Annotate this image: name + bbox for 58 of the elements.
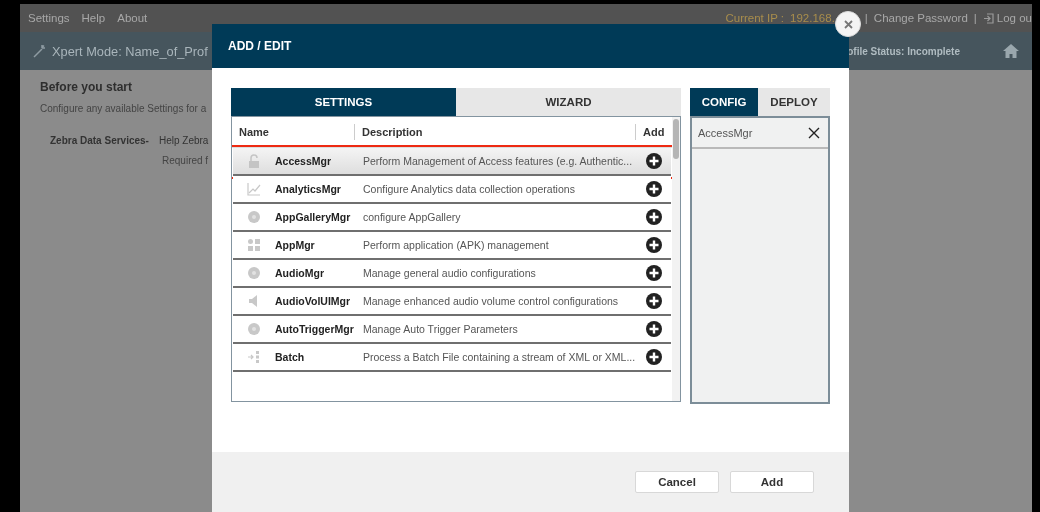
dialog-title: ADD / EDIT	[228, 39, 292, 53]
separator: |	[864, 12, 868, 24]
circle-icon	[247, 266, 261, 280]
circle-icon	[247, 322, 261, 336]
add-icon[interactable]	[646, 265, 662, 281]
table-row[interactable]: AccessMgr Perform Management of Access features (e.g. Authentic...	[233, 148, 671, 176]
column-header: Name	[238, 125, 270, 140]
row-name: AppGalleryMgr	[275, 211, 352, 223]
close-icon	[843, 19, 853, 29]
row-name: AudioMgr	[275, 267, 325, 279]
scrollbar[interactable]	[672, 117, 680, 401]
row-description: configure AppGallery	[362, 211, 462, 223]
services-label: Zebra Data Services-	[50, 135, 149, 146]
grid-icon	[247, 238, 261, 252]
wand-icon	[32, 44, 46, 58]
page-title: Xpert Mode: Name_of_Prof	[52, 43, 208, 59]
add-icon[interactable]	[646, 349, 662, 365]
circle-icon	[247, 210, 261, 224]
add-icon[interactable]	[646, 153, 662, 169]
separator: |	[973, 12, 977, 24]
add-icon[interactable]	[646, 321, 662, 337]
row-name: Batch	[275, 351, 306, 363]
row-description: Perform Management of Access features (e.g. Authentic...	[362, 155, 634, 167]
config-item: AccessMgr	[698, 126, 753, 139]
add-icon[interactable]	[646, 293, 662, 309]
row-description: Manage Auto Trigger Parameters	[362, 323, 519, 335]
logout-icon	[982, 12, 994, 24]
row-name: AudioVolUIMgr	[275, 295, 352, 307]
add-icon[interactable]	[646, 209, 662, 225]
row-description: Configure Analytics data collection operations	[362, 183, 576, 195]
tab[interactable]: SETTINGS	[231, 88, 456, 116]
tab[interactable]: CONFIG	[690, 88, 758, 116]
row-description: Manage enhanced audio volume control configurations	[362, 295, 620, 307]
dialog-button[interactable]: Add	[730, 471, 814, 493]
ip-label: Current IP :	[725, 12, 785, 24]
row-description: Process a Batch File containing a stream of XML or XML...	[362, 351, 637, 363]
tab[interactable]: WIZARD	[456, 88, 681, 116]
row-name: AccessMgr	[275, 155, 333, 167]
tab[interactable]: DEPLOY	[758, 88, 830, 116]
add-icon[interactable]	[646, 237, 662, 253]
row-name: AnalyticsMgr	[275, 183, 342, 195]
remove-icon[interactable]	[808, 126, 820, 139]
required-text: Required f	[162, 155, 209, 166]
padlock-icon	[247, 154, 261, 168]
add-icon[interactable]	[646, 181, 662, 197]
services-text: Help Zebra	[158, 135, 209, 146]
section-heading: Before you start	[40, 80, 133, 94]
row-description: Perform application (APK) management	[362, 239, 550, 251]
row-name: AppMgr	[275, 239, 316, 251]
line-chart-icon	[247, 182, 261, 196]
dialog-button[interactable]: Cancel	[635, 471, 719, 493]
column-header: Description	[354, 124, 635, 140]
intro-text: Configure any available Settings for a	[40, 103, 207, 114]
home-icon[interactable]	[1002, 43, 1020, 59]
row-description: Manage general audio configurations	[362, 267, 537, 279]
row-name: AutoTriggerMgr	[275, 323, 355, 335]
arrow-grid-icon	[247, 350, 261, 364]
ip-address: 192.168.	[790, 12, 835, 24]
